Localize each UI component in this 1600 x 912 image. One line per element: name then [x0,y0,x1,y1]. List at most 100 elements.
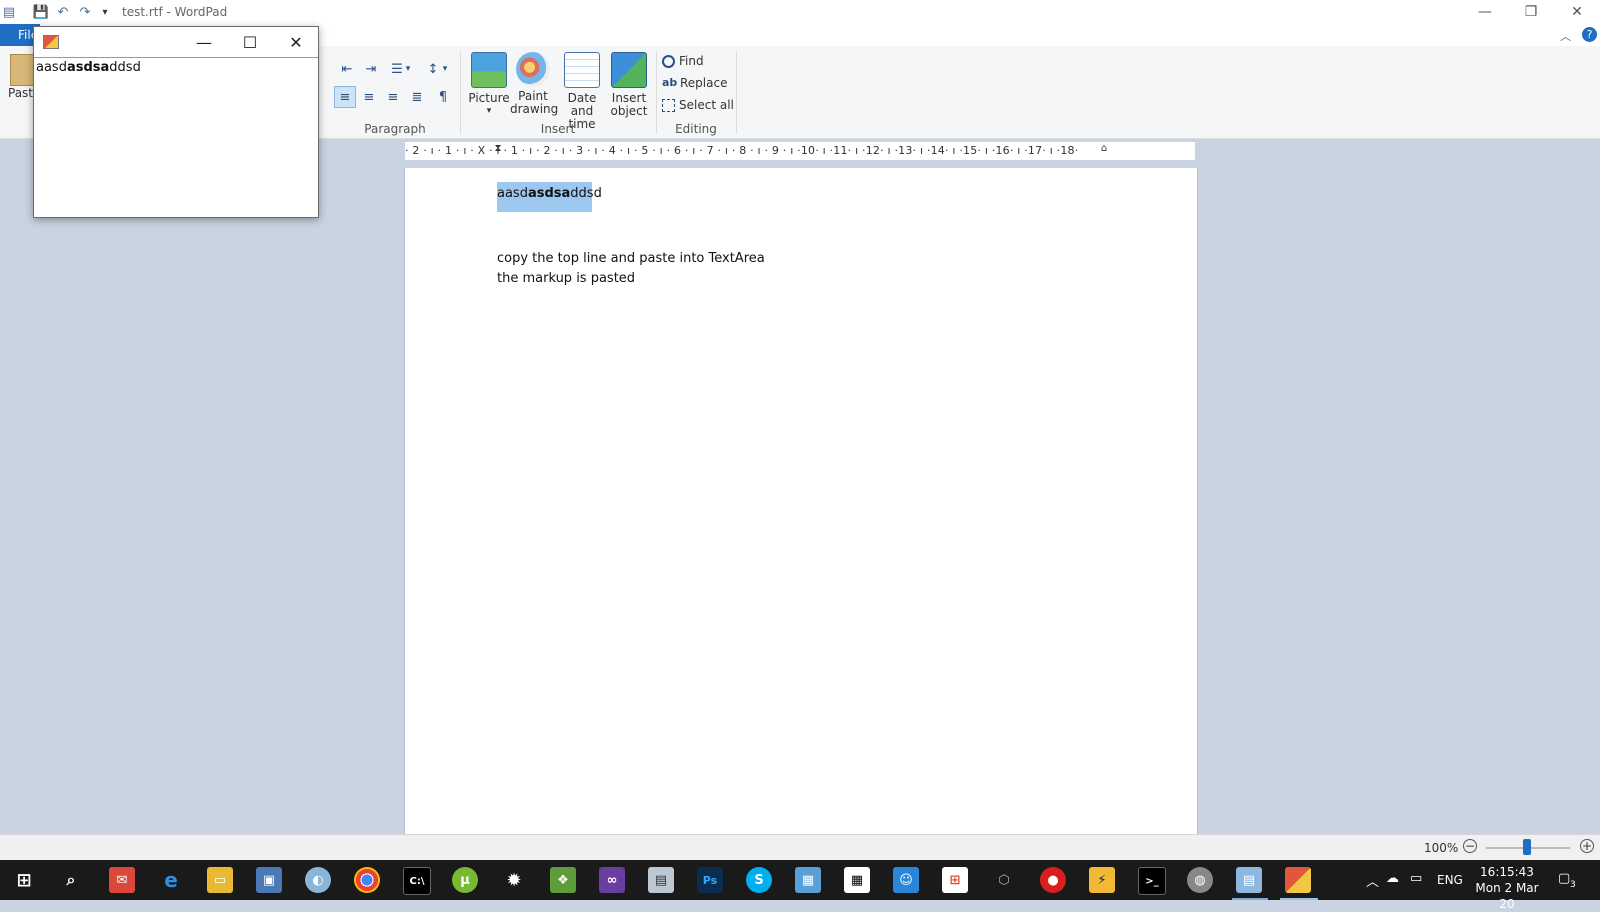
justify-icon[interactable]: ≣ [406,86,428,108]
selected-text-highlight[interactable]: aasdasdsaddsd [497,182,602,212]
show-hidden-icons-icon[interactable]: ︿ [1366,871,1379,890]
file-explorer-icon[interactable]: ▭ [207,867,233,893]
textarea-window: — ☐ ✕ aasdasdsaddsd [33,26,319,218]
doc-line-1[interactable]: aasdasdsaddsd [497,186,602,201]
start-icon[interactable]: ⊞ [11,867,37,893]
doc-line-2[interactable]: copy the top line and paste into TextAre… [497,251,765,266]
textarea-window-title-bar[interactable]: — ☐ ✕ [34,27,318,58]
terminal-icon[interactable]: >_ [1138,867,1166,895]
zoom-out-button[interactable]: − [1463,839,1477,853]
battery-icon[interactable]: ▭ [1410,871,1422,886]
save-icon[interactable]: 💾 [32,3,50,21]
textarea-maximize-button[interactable]: ☐ [228,27,272,57]
search-icon[interactable]: ⌕ [58,867,84,893]
ruler-scale: · 2 · ı · 1 · ı · X · ı · 1 · ı · 2 · ı … [405,144,1079,157]
remote-desktop-icon[interactable]: ▣ [256,867,282,893]
photos-icon[interactable]: ❖ [550,867,576,893]
drawing-label: drawing [510,102,559,116]
mail-icon[interactable]: ✉ [109,867,135,893]
zoom-level: 100% [1424,841,1459,855]
ladybug-icon[interactable]: ● [1040,867,1066,893]
language-indicator[interactable]: ENG [1437,873,1463,887]
network-icon[interactable]: ▦ [795,867,821,893]
find-button[interactable]: Find [662,54,704,68]
editing-group-label: Editing [675,122,717,136]
find-label: Find [679,54,704,68]
edge-browser-icon[interactable]: e [158,867,184,893]
align-right-icon[interactable]: ≡ [382,86,404,108]
close-button[interactable]: ✕ [1554,0,1600,24]
picture-label: Picture [468,91,510,105]
minimize-button[interactable]: — [1462,0,1508,24]
align-center-icon[interactable]: ≡ [358,86,380,108]
zoom-in-button[interactable]: + [1580,839,1594,853]
clock-time: 16:15:43 [1480,865,1534,879]
bullets-dropdown-icon[interactable]: ▾ [403,58,413,80]
utorrent-icon[interactable]: µ [452,867,478,893]
system-tool-icon[interactable]: ▤ [648,867,674,893]
help-icon[interactable]: ? [1582,27,1597,42]
customize-quick-access-icon[interactable]: ▾ [96,3,114,21]
paragraph-settings-icon[interactable]: ¶ [432,86,454,108]
onedrive-icon[interactable]: ☁ [1386,871,1399,886]
doc-line-1-plain-b: ddsd [570,186,602,201]
decrease-indent-icon[interactable]: ⇤ [336,58,358,80]
right-indent-marker-icon[interactable]: ⌂ [1099,143,1109,159]
textarea-minimize-button[interactable]: — [182,27,226,57]
calendar-icon [564,52,600,88]
notification-count-badge: 3 [1570,880,1576,890]
textarea-close-button[interactable]: ✕ [274,27,318,57]
visual-studio-icon[interactable]: ∞ [599,867,625,893]
group-separator [736,52,737,134]
textarea-bold: asdsa [66,60,110,75]
select-all-label: Select all [679,98,734,112]
insert-object-button[interactable]: Insert object [606,52,652,118]
redo-icon[interactable]: ↷ [76,3,94,21]
doc-line-3[interactable]: the markup is pasted [497,271,635,286]
globe-icon[interactable]: ◍ [1187,867,1213,893]
picture-button[interactable]: Picture ▾ [466,52,512,118]
store-icon[interactable]: ⊞ [942,867,968,893]
calculator-icon[interactable]: ▦ [844,867,870,893]
notifications-icon[interactable]: ▢ [1558,871,1570,886]
clock-date: Mon 2 Mar 20 [1475,881,1539,911]
textarea-plain-b: ddsd [109,60,141,75]
textarea-plain-a: aasd [36,60,67,75]
textarea-content[interactable]: aasdasdsaddsd [36,60,141,75]
wordpad-app-icon[interactable]: ▤ [0,3,18,21]
restore-button[interactable]: ❐ [1508,0,1554,24]
clock[interactable]: 16:15:43 Mon 2 Mar 20 [1470,864,1544,912]
date-time-button[interactable]: Date and time [556,52,608,131]
photoshop-icon[interactable]: Ps [697,867,723,893]
increase-indent-icon[interactable]: ⇥ [360,58,382,80]
java-app-icon[interactable] [1285,867,1311,893]
paragraph-group-label: Paragraph [364,122,426,136]
settings-gear-icon[interactable]: ✹ [501,867,527,893]
command-prompt-icon[interactable]: C:\ [403,867,431,895]
doc-line-1-bold: asdsa [527,186,571,201]
window-title: test.rtf - WordPad [122,5,228,19]
replace-button[interactable]: ab Replace [662,76,727,90]
collapse-ribbon-icon[interactable]: ︿ [1560,28,1571,44]
object-label: object [610,104,648,118]
select-all-button[interactable]: Select all [662,98,734,112]
select-all-icon [662,98,675,112]
ruler[interactable]: · 2 · ı · 1 · ı · X · ı · 1 · ı · 2 · ı … [405,142,1195,160]
picture-dropdown-icon: ▾ [486,106,492,116]
skype-icon[interactable]: S [746,867,772,893]
left-indent-marker-icon[interactable]: ⧗ [493,143,503,159]
undo-icon[interactable]: ↶ [54,3,72,21]
group-separator [460,52,461,134]
line-spacing-dropdown-icon[interactable]: ▾ [440,58,450,80]
replace-label: Replace [680,76,728,90]
finder-icon[interactable]: ☺ [893,867,919,893]
paint-drawing-button[interactable]: Paint drawing [510,52,559,116]
document-page[interactable]: aasdasdsaddsd copy the top line and past… [404,168,1198,834]
virtualbox-icon[interactable]: ⬡ [991,867,1017,893]
chrome-icon[interactable] [354,867,380,893]
sublime-icon[interactable]: ⚡ [1089,867,1115,893]
align-left-icon[interactable]: ≡ [334,86,356,108]
wordpad-taskbar-icon[interactable]: ▤ [1236,867,1262,893]
paint-icon[interactable]: ◐ [305,867,331,893]
zoom-slider-thumb[interactable] [1523,839,1531,855]
